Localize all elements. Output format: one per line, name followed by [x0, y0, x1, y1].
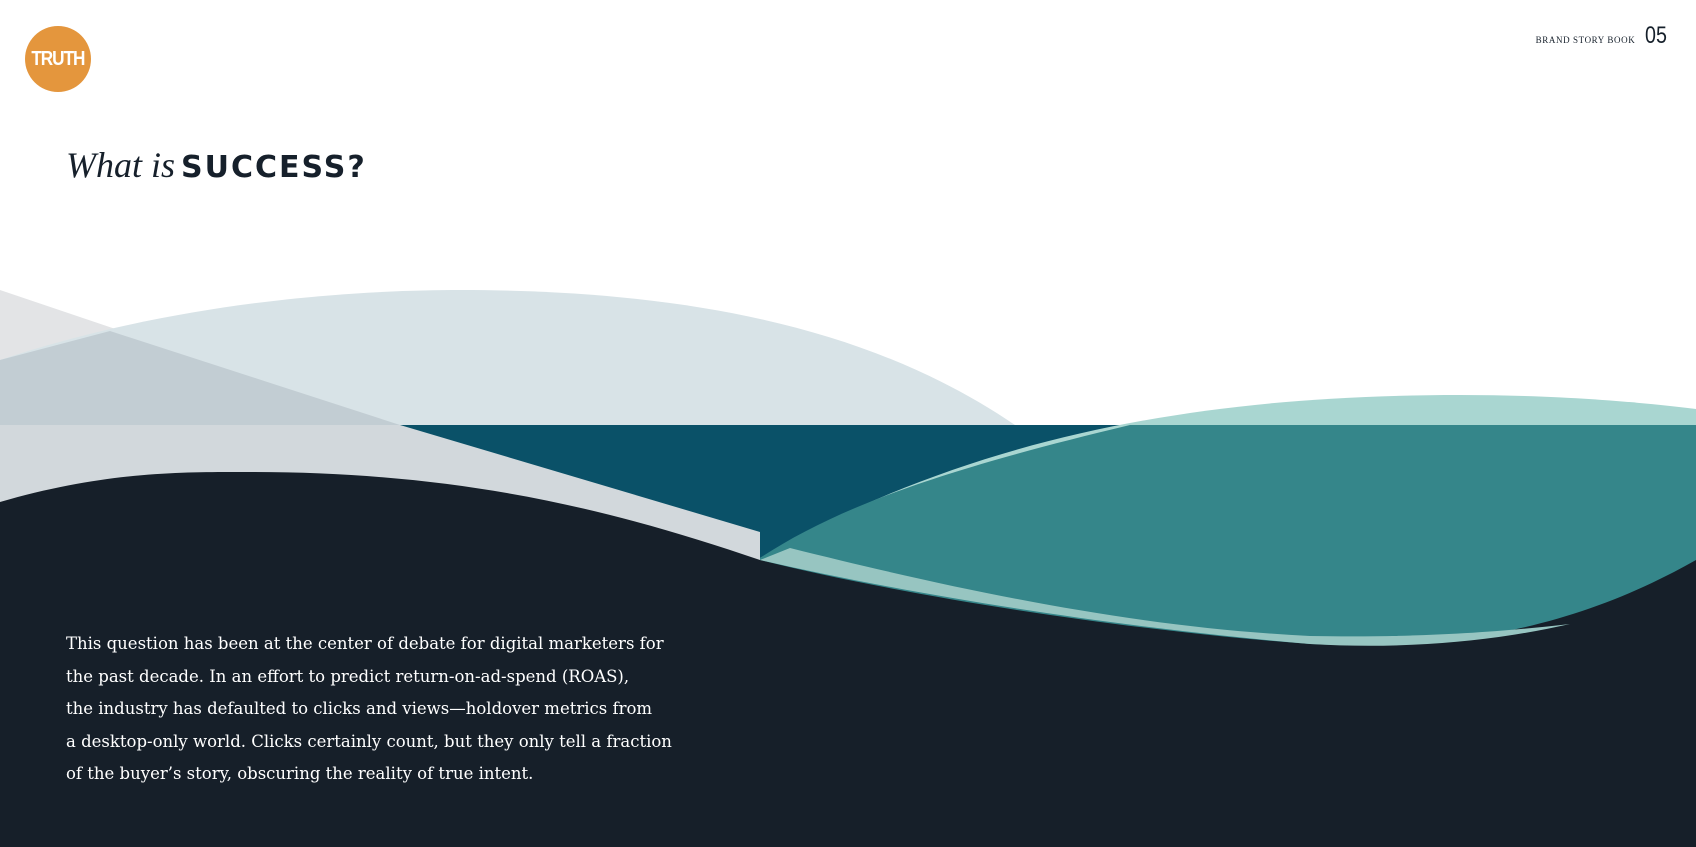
page-number: 05 [1645, 22, 1668, 49]
brand-story-page: TRUTH BRAND STORY BOOK 05 What is SUCCESS… [0, 0, 1696, 847]
body-line: This question has been at the center of … [66, 634, 664, 653]
body-line: a desktop-only world. Clicks certainly c… [66, 731, 672, 751]
title-emphasis: SUCCESS? [181, 150, 367, 185]
body-line: the past decade. In an effort to predict… [66, 666, 630, 686]
body-line: of the buyer’s story, obscuring the real… [66, 764, 534, 783]
page-header: BRAND STORY BOOK 05 [1536, 22, 1672, 50]
logo-text: TRUTH [31, 47, 85, 70]
truth-logo: TRUTH [25, 26, 91, 92]
title-lead: What is [66, 145, 176, 185]
body-paragraph: This question has been at the center of … [66, 628, 706, 791]
book-label: BRAND STORY BOOK [1535, 35, 1636, 45]
body-line: the industry has defaulted to clicks and… [66, 699, 653, 718]
page-title: What is SUCCESS? [66, 144, 367, 186]
